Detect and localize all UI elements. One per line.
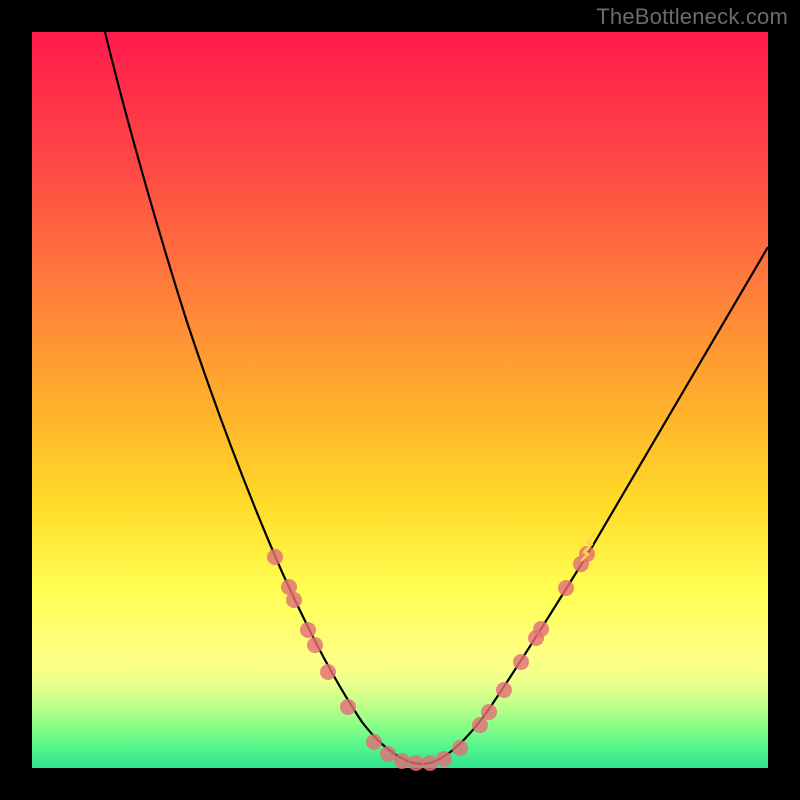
dot: [267, 549, 283, 565]
dot: [366, 734, 382, 750]
chart-overlay-svg: [32, 32, 768, 768]
dot: [472, 717, 488, 733]
dot: [558, 580, 574, 596]
chart-plot-area: [32, 32, 768, 768]
dot: [300, 622, 316, 638]
dot: [436, 751, 452, 767]
dot: [307, 637, 323, 653]
dot: [422, 755, 438, 771]
dot: [533, 621, 549, 637]
dot: [394, 753, 410, 769]
bottleneck-curve: [105, 32, 768, 764]
dot: [481, 704, 497, 720]
curve-dots: [267, 546, 595, 771]
dot: [408, 755, 424, 771]
dot: [513, 654, 529, 670]
dot: [496, 682, 512, 698]
watermark-text: TheBottleneck.com: [596, 4, 788, 30]
dot: [286, 592, 302, 608]
chart-frame: TheBottleneck.com: [0, 0, 800, 800]
dot: [380, 746, 396, 762]
dot: [340, 699, 356, 715]
dot: [320, 664, 336, 680]
dot: [452, 740, 468, 756]
